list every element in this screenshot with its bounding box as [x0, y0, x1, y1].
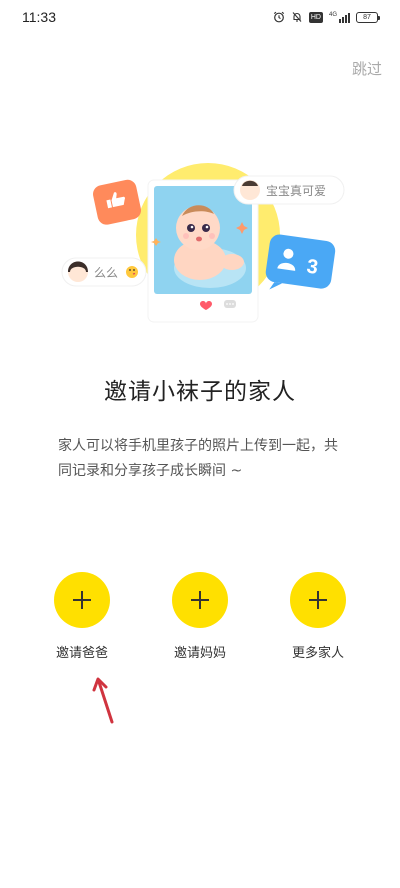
- battery-icon: 87: [356, 11, 380, 23]
- invite-dad-button[interactable]: 邀请爸爸: [27, 572, 137, 661]
- invite-dad-label: 邀请爸爸: [55, 646, 108, 661]
- comment-left-text: 么么: [94, 266, 118, 280]
- invite-mom-label: 邀请妈妈: [173, 646, 226, 661]
- plus-icon[interactable]: [172, 572, 228, 628]
- plus-icon[interactable]: [290, 572, 346, 628]
- comment-bubble-top: 宝宝真可爱: [233, 175, 345, 205]
- invite-mom-button[interactable]: 邀请妈妈: [145, 572, 255, 661]
- invite-more-family-label: 更多家人: [291, 646, 344, 661]
- family-photo-illustration: 宝宝真可爱 么么 3: [61, 163, 345, 323]
- battery-level: 87: [363, 13, 371, 21]
- alarm-icon: [273, 11, 284, 23]
- thumbs-up-icon: [93, 179, 142, 225]
- comment-bubble-left: 么么: [61, 257, 147, 287]
- annotation-arrow-icon: [92, 677, 114, 724]
- invite-more-family-button[interactable]: 更多家人: [263, 572, 373, 661]
- status-bar: 11:33 HD 4G 87: [0, 0, 400, 34]
- page-title: 邀请小袜子的家人: [104, 379, 296, 405]
- signal-icon: 4G: [329, 12, 350, 23]
- bell-muted-icon: [292, 12, 302, 22]
- plus-icon[interactable]: [54, 572, 110, 628]
- status-icons: HD 4G 87: [273, 10, 380, 24]
- comment-top-text: 宝宝真可爱: [266, 184, 326, 198]
- signal-label: 4G: [328, 11, 337, 18]
- status-time: 11:33: [22, 9, 56, 25]
- page-description: 家人可以将手机里孩子的照片上传到一起，共同记录和分享孩子成长瞬间 ~: [58, 438, 338, 479]
- family-count-card: 3: [265, 234, 336, 290]
- hd-badge: HD: [308, 11, 323, 23]
- skip-button[interactable]: 跳过: [352, 58, 382, 79]
- kiss-emoji-icon: [126, 266, 138, 278]
- comment-icon: [224, 300, 236, 308]
